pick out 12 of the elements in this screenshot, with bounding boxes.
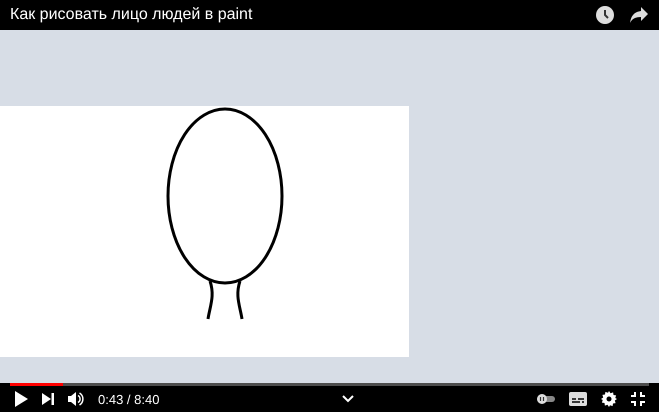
settings-button[interactable] xyxy=(601,391,617,407)
share-button[interactable] xyxy=(629,6,649,24)
watch-later-button[interactable] xyxy=(595,5,615,25)
subtitles-button[interactable] xyxy=(569,392,587,406)
video-title: Как рисовать лицо людей в paint xyxy=(10,6,254,24)
next-button[interactable] xyxy=(42,393,54,405)
volume-button[interactable] xyxy=(68,392,84,406)
play-button[interactable] xyxy=(14,391,28,407)
autoplay-toggle[interactable] xyxy=(537,394,555,404)
time-display: 0:43 / 8:40 xyxy=(98,392,160,406)
chevron-button[interactable] xyxy=(342,395,354,403)
exit-fullscreen-button[interactable] xyxy=(631,392,645,406)
